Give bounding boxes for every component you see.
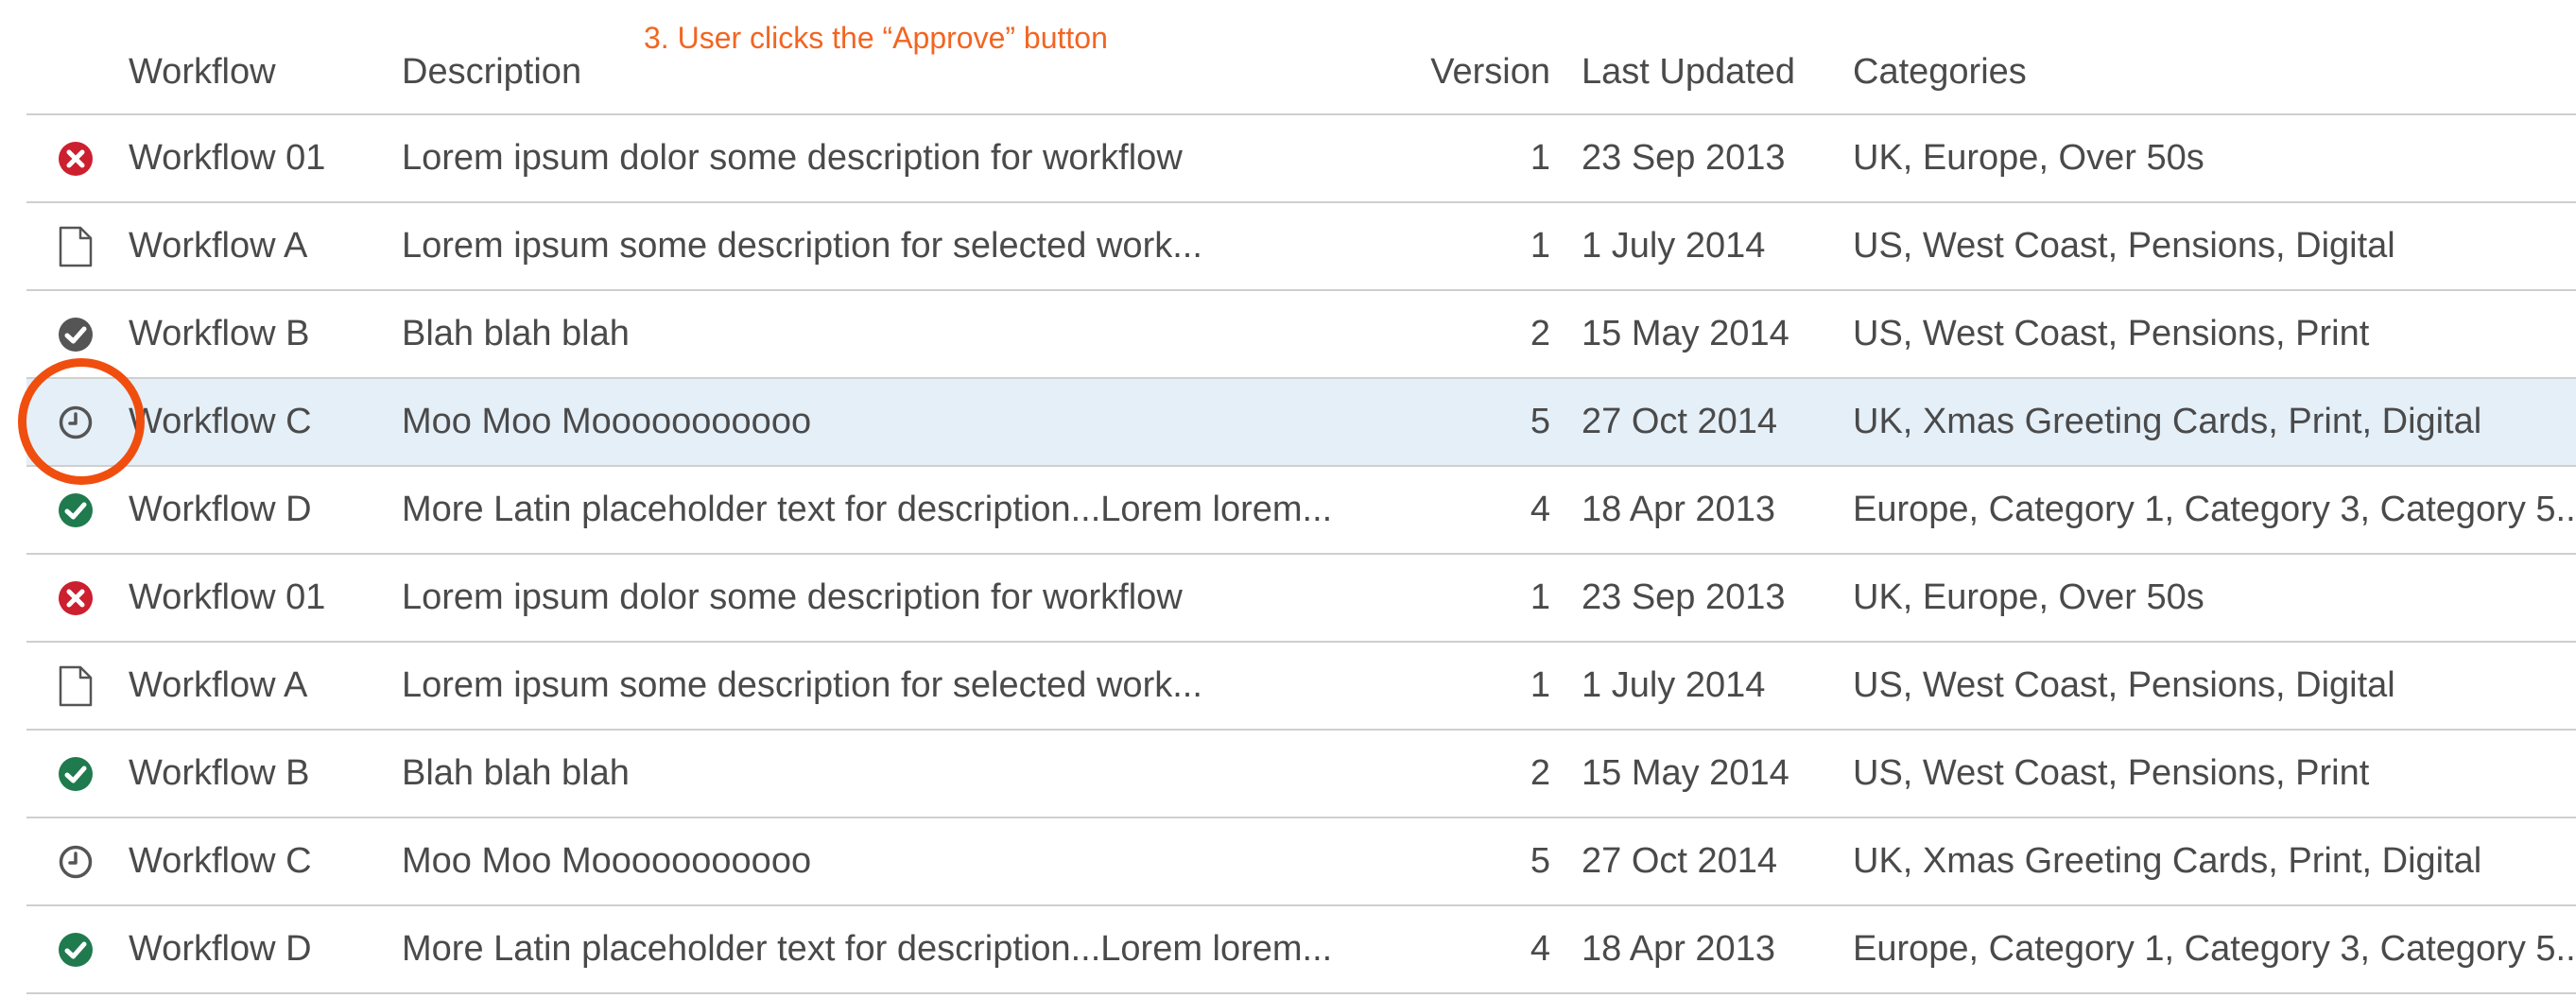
last-updated-cell: 15 May 2014: [1582, 314, 1789, 353]
description-cell: More Latin placeholder text for descript…: [402, 929, 1333, 969]
workflow-table: Workflow Description Version Last Update…: [18, 0, 2576, 994]
last-updated-cell: 23 Sep 2013: [1582, 577, 1786, 617]
status-approved-icon[interactable]: [26, 731, 125, 817]
categories-cell: US, West Coast, Pensions, Digital: [1853, 665, 2395, 705]
status-document-icon[interactable]: [26, 643, 125, 729]
description-cell: More Latin placeholder text for descript…: [402, 490, 1333, 529]
categories-cell: US, West Coast, Pensions, Print: [1853, 753, 2370, 793]
version-cell: 1: [1530, 138, 1550, 178]
version-cell: 4: [1530, 929, 1550, 969]
status-checked-gray-icon[interactable]: [26, 291, 125, 377]
categories-cell: Europe, Category 1, Category 3, Category…: [1853, 929, 2576, 969]
status-approved-icon[interactable]: [26, 906, 125, 992]
header-status: [26, 0, 125, 113]
version-cell: 1: [1530, 577, 1550, 617]
workflow-name-cell: Workflow B: [129, 753, 310, 793]
table-row[interactable]: Workflow 01 Lorem ipsum dolor some descri…: [26, 555, 2576, 643]
categories-cell: Europe, Category 1, Category 3, Category…: [1853, 490, 2576, 529]
rejected-icon[interactable]: [57, 140, 95, 178]
description-cell: Blah blah blah: [402, 753, 630, 793]
header-last-updated[interactable]: Last Updated: [1582, 0, 1839, 113]
categories-cell: US, West Coast, Pensions, Digital: [1853, 226, 2395, 266]
workflow-name-cell: Workflow B: [129, 314, 310, 353]
table-row[interactable]: Workflow A Lorem ipsum some description f…: [26, 203, 2576, 291]
version-cell: 2: [1530, 753, 1550, 793]
last-updated-cell: 1 July 2014: [1582, 665, 1766, 705]
version-cell: 1: [1530, 665, 1550, 705]
workflow-name-cell: Workflow D: [129, 490, 312, 529]
status-rejected-icon[interactable]: [26, 555, 125, 641]
workflow-name-cell: Workflow A: [129, 665, 308, 705]
table-row[interactable]: Workflow 01 Lorem ipsum dolor some descri…: [26, 115, 2576, 203]
last-updated-cell: 18 Apr 2013: [1582, 490, 1775, 529]
status-approved-icon[interactable]: [26, 467, 125, 553]
workflow-name-cell: Workflow C: [129, 841, 312, 881]
document-icon[interactable]: [57, 226, 95, 267]
categories-cell: US, West Coast, Pensions, Print: [1853, 314, 2370, 353]
categories-cell: UK, Europe, Over 50s: [1853, 577, 2204, 617]
header-categories[interactable]: Categories: [1853, 0, 2576, 113]
table-body: Workflow 01 Lorem ipsum dolor some descri…: [26, 115, 2576, 994]
version-cell: 5: [1530, 402, 1550, 441]
workflow-name-cell: Workflow 01: [129, 138, 326, 178]
table-row[interactable]: Workflow B Blah blah blah 2 15 May 2014 US, …: [26, 291, 2576, 379]
last-updated-cell: 1 July 2014: [1582, 226, 1766, 266]
checked-gray-icon[interactable]: [57, 316, 95, 353]
categories-cell: UK, Xmas Greeting Cards, Print, Digital: [1853, 841, 2482, 881]
last-updated-cell: 27 Oct 2014: [1582, 402, 1778, 441]
header-description[interactable]: Description: [402, 0, 1404, 113]
table-row[interactable]: Workflow A Lorem ipsum some description f…: [26, 643, 2576, 731]
workflow-name-cell: Workflow 01: [129, 577, 326, 617]
clock-icon[interactable]: [57, 404, 95, 441]
categories-cell: UK, Europe, Over 50s: [1853, 138, 2204, 178]
approved-icon[interactable]: [57, 755, 95, 793]
status-document-icon[interactable]: [26, 203, 125, 289]
header-workflow[interactable]: Workflow: [129, 0, 384, 113]
categories-cell: UK, Xmas Greeting Cards, Print, Digital: [1853, 402, 2482, 441]
table-row[interactable]: Workflow C Moo Moo Mooooooooooo 5 27 Oct 20…: [26, 818, 2576, 906]
table-row[interactable]: Workflow C Moo Moo Mooooooooooo 5 27 Oct 20…: [26, 379, 2576, 467]
table-row[interactable]: Workflow D More Latin placeholder text fo…: [26, 467, 2576, 555]
table-header: Workflow Description Version Last Update…: [26, 0, 2576, 115]
description-cell: Lorem ipsum dolor some description for w…: [402, 138, 1183, 178]
rejected-icon[interactable]: [57, 579, 95, 617]
last-updated-cell: 15 May 2014: [1582, 753, 1789, 793]
description-cell: Moo Moo Mooooooooooo: [402, 841, 812, 881]
workflow-name-cell: Workflow C: [129, 402, 312, 441]
last-updated-cell: 27 Oct 2014: [1582, 841, 1778, 881]
description-cell: Moo Moo Mooooooooooo: [402, 402, 812, 441]
last-updated-cell: 18 Apr 2013: [1582, 929, 1775, 969]
version-cell: 4: [1530, 490, 1550, 529]
description-cell: Lorem ipsum some description for selecte…: [402, 665, 1202, 705]
approved-icon[interactable]: [57, 931, 95, 969]
status-rejected-icon[interactable]: [26, 115, 125, 201]
status-clock-icon[interactable]: [26, 818, 125, 904]
status-clock-icon[interactable]: [26, 379, 125, 465]
workflow-name-cell: Workflow A: [129, 226, 308, 266]
version-cell: 2: [1530, 314, 1550, 353]
clock-icon[interactable]: [57, 843, 95, 881]
workflow-name-cell: Workflow D: [129, 929, 312, 969]
description-cell: Lorem ipsum dolor some description for w…: [402, 577, 1183, 617]
version-cell: 5: [1530, 841, 1550, 881]
approved-icon[interactable]: [57, 491, 95, 529]
table-row[interactable]: Workflow B Blah blah blah 2 15 May 2014 US, …: [26, 731, 2576, 818]
table-row[interactable]: Workflow D More Latin placeholder text fo…: [26, 906, 2576, 994]
last-updated-cell: 23 Sep 2013: [1582, 138, 1786, 178]
description-cell: Blah blah blah: [402, 314, 630, 353]
version-cell: 1: [1530, 226, 1550, 266]
description-cell: Lorem ipsum some description for selecte…: [402, 226, 1202, 266]
document-icon[interactable]: [57, 665, 95, 707]
header-version[interactable]: Version: [1388, 0, 1550, 113]
